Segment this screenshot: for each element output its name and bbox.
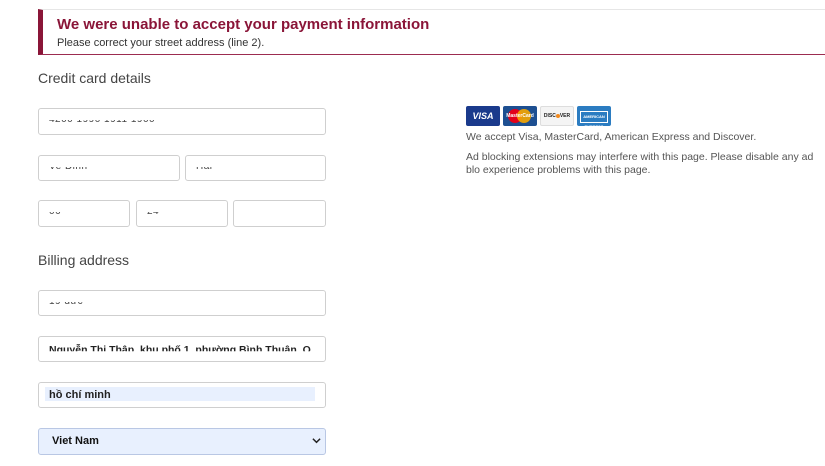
country-select[interactable]: Viet Nam xyxy=(38,428,326,455)
alert-title: We were unable to accept your payment in… xyxy=(57,16,430,33)
expiry-year-input[interactable]: 24 xyxy=(136,200,228,227)
payment-error-alert: We were unable to accept your payment in… xyxy=(38,9,825,55)
accepted-cards-text: We accept Visa, MasterCard, American Exp… xyxy=(466,131,757,143)
card-number-value: 4200 1990 1911 1900 xyxy=(49,114,156,125)
mastercard-logo-icon: MasterCard xyxy=(503,106,537,126)
cardholder-first-name-input[interactable]: Ve Đinh xyxy=(38,155,180,181)
billing-section-title: Billing address xyxy=(38,252,130,268)
discover-logo-icon: DISC VER xyxy=(540,106,574,126)
expiry-month-input[interactable]: 06 xyxy=(38,200,130,227)
card-logos: VISA MasterCard DISCVER AMERICAN EXPRESS xyxy=(466,106,611,126)
address-line2-input[interactable]: Nguyễn Thị Thập, khu phố 1, phường Bình … xyxy=(38,336,326,362)
mastercard-logo-text: MasterCard xyxy=(506,113,534,119)
visa-logo-icon: VISA xyxy=(466,106,500,126)
cvv-input[interactable] xyxy=(233,200,326,227)
address-line1-input[interactable]: 19 đức xyxy=(38,290,326,316)
city-value: hồ chí minh xyxy=(49,389,111,401)
expiry-month-value: 06 xyxy=(49,206,62,217)
cardholder-last-name-input[interactable]: Hải xyxy=(185,155,326,181)
expiry-year-value: 24 xyxy=(147,206,160,217)
amex-logo-icon: AMERICAN EXPRESS xyxy=(577,106,611,126)
country-value: Viet Nam xyxy=(52,435,99,447)
card-number-input[interactable]: 4200 1990 1911 1900 xyxy=(38,108,326,135)
adblock-warning-text: Ad blocking extensions may interfere wit… xyxy=(466,151,814,176)
address-line2-value: Nguyễn Thị Thập, khu phố 1, phường Bình … xyxy=(49,344,311,356)
last-name-value: Hải xyxy=(196,161,213,172)
address-line1-value: 19 đức xyxy=(49,296,84,307)
chevron-down-icon xyxy=(312,438,321,444)
city-input[interactable]: hồ chí minh xyxy=(38,382,326,408)
credit-card-section-title: Credit card details xyxy=(38,70,151,86)
visa-logo-text: VISA xyxy=(472,111,494,121)
first-name-value: Ve Đinh xyxy=(49,161,88,172)
alert-message: Please correct your street address (line… xyxy=(57,37,265,49)
